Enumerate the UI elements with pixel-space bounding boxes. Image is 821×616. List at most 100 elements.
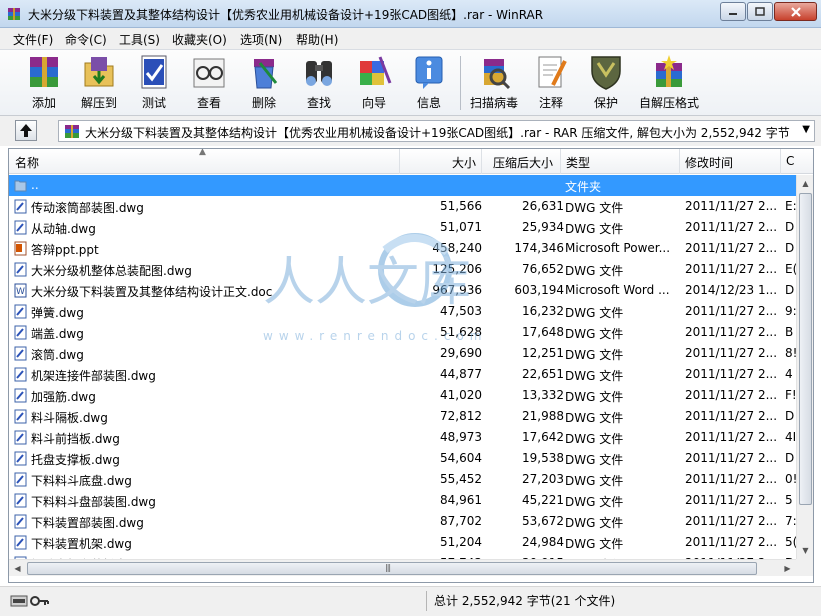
column-header-crc[interactable]: C <box>786 154 794 168</box>
file-row[interactable]: 弹簧.dwg 47,503 16,232 DWG 文件 2011/11/27 2... 9… <box>9 301 796 322</box>
file-row[interactable]: 大米分级机整体总装配图.dwg 125,206 76,652 DWG 文件 2011/1… <box>9 259 796 280</box>
dwg-file-icon <box>14 514 27 529</box>
file-row[interactable]: 机架连接件部装图.dwg 44,877 22,651 DWG 文件 2011/11/27… <box>9 364 796 385</box>
find-button[interactable]: 查找 <box>291 53 347 113</box>
file-packed-size: 45,221 <box>522 493 564 507</box>
file-packed-size: 17,648 <box>522 325 564 339</box>
scroll-left-icon[interactable]: ◀ <box>9 560 26 577</box>
file-name: 答辩ppt.ppt <box>31 243 99 257</box>
file-modified: 2011/11/27 2... <box>685 304 778 318</box>
file-size: 41,020 <box>440 388 482 402</box>
info-button[interactable]: 信息 <box>401 53 457 113</box>
horizontal-scroll-thumb[interactable]: ||| <box>27 562 757 575</box>
file-type: DWG 文件 <box>565 222 624 236</box>
menu-tools[interactable]: 工具(S) <box>119 31 160 48</box>
file-row[interactable]: W 大米分级下料装置及其整体结构设计正文.doc 967,936 603,194 Mic… <box>9 280 796 301</box>
file-crc: D <box>785 241 795 255</box>
file-modified: 2011/11/27 2... <box>685 199 778 213</box>
file-packed-size: 76,652 <box>522 262 564 276</box>
file-modified: 2011/11/27 2... <box>685 262 778 276</box>
file-row[interactable]: 下料装置机架.dwg 51,204 24,984 DWG 文件 2011/11/27 2… <box>9 532 796 553</box>
menu-options[interactable]: 选项(N) <box>240 31 282 48</box>
delete-button[interactable]: 删除 <box>236 53 292 113</box>
vertical-scrollbar[interactable]: ▲ ▼ <box>796 175 813 559</box>
file-row[interactable]: 加强筋.dwg 41,020 13,332 DWG 文件 2011/11/27 2...… <box>9 385 796 406</box>
file-size: 458,240 <box>432 241 482 255</box>
test-button[interactable]: 测试 <box>126 53 182 113</box>
file-type: DWG 文件 <box>565 474 624 488</box>
scroll-down-icon[interactable]: ▼ <box>797 542 813 559</box>
wizard-button[interactable]: 向导 <box>346 53 402 113</box>
up-one-level-button[interactable] <box>15 120 37 141</box>
extract-to-button[interactable]: 解压到 <box>71 53 127 113</box>
protect-button[interactable]: 保护 <box>578 53 634 113</box>
file-name: 大米分级下料装置及其整体结构设计正文.doc <box>31 285 273 299</box>
column-header-type[interactable]: 类型 <box>566 154 590 171</box>
maximize-button[interactable] <box>747 2 773 21</box>
file-row[interactable]: 下料装置部装图.dwg 87,702 53,672 DWG 文件 2011/11/27 … <box>9 511 796 532</box>
parent-folder-row[interactable]: .. 文件夹 <box>9 175 796 196</box>
scroll-up-icon[interactable]: ▲ <box>797 175 813 192</box>
file-name: 下料料斗盘部装图.dwg <box>31 495 156 509</box>
test-icon <box>141 55 167 89</box>
window-title: 大米分级下料装置及其整体结构设计【优秀农业用机械设备设计+19张CAD图纸】.r… <box>28 8 544 22</box>
vertical-scroll-thumb[interactable] <box>799 193 812 505</box>
dropdown-arrow-icon[interactable]: ▼ <box>802 124 810 135</box>
file-row[interactable]: 从动轴.dwg 51,071 25,934 DWG 文件 2011/11/27 2...… <box>9 217 796 238</box>
file-type: DWG 文件 <box>565 537 624 551</box>
close-button[interactable] <box>774 2 817 21</box>
file-row[interactable]: 托盘支撑板.dwg 54,604 19,538 DWG 文件 2011/11/27 2.… <box>9 448 796 469</box>
file-packed-size: 19,538 <box>522 451 564 465</box>
file-size: 51,566 <box>440 199 482 213</box>
sfx-button[interactable]: 自解压格式 <box>634 53 704 113</box>
file-type: DWG 文件 <box>565 432 624 446</box>
file-row[interactable]: 端盖.dwg 51,628 17,648 DWG 文件 2011/11/27 2... B <box>9 322 796 343</box>
menu-favorites[interactable]: 收藏夹(O) <box>172 31 227 48</box>
file-row[interactable]: 下料料斗盘部装图.dwg 84,961 45,221 DWG 文件 2011/11/27… <box>9 490 796 511</box>
column-header-size[interactable]: 大小 <box>452 154 476 171</box>
file-size: 51,628 <box>440 325 482 339</box>
file-crc: E: <box>785 199 796 213</box>
title-bar[interactable]: 大米分级下料装置及其整体结构设计【优秀农业用机械设备设计+19张CAD图纸】.r… <box>0 0 821 28</box>
minimize-button[interactable] <box>720 2 746 21</box>
scroll-right-icon[interactable]: ▶ <box>779 560 796 577</box>
file-modified: 2011/11/27 2... <box>685 430 778 444</box>
file-row[interactable]: 下料料斗底盘.dwg 55,452 27,203 DWG 文件 2011/11/27 2… <box>9 469 796 490</box>
file-name: 机架连接件部装图.dwg <box>31 369 156 383</box>
comment-button[interactable]: 注释 <box>523 53 579 113</box>
virus-scan-button[interactable]: 扫描病毒 <box>466 53 522 113</box>
file-type: DWG 文件 <box>565 453 624 467</box>
file-row[interactable]: 答辩ppt.ppt 458,240 174,346 Microsoft Power..… <box>9 238 796 259</box>
file-crc: D <box>785 220 795 234</box>
file-row[interactable]: 料斗隔板.dwg 72,812 21,988 DWG 文件 2011/11/27 2..… <box>9 406 796 427</box>
file-size: 87,702 <box>440 514 482 528</box>
horizontal-scrollbar[interactable]: ◀ ||| ▶ <box>9 559 796 576</box>
file-type: Microsoft Power... <box>565 241 671 255</box>
winrar-app-icon <box>8 8 20 20</box>
file-modified: 2011/11/27 2... <box>685 472 778 486</box>
add-archive-icon <box>30 57 58 87</box>
view-button[interactable]: 查看 <box>181 53 237 113</box>
column-header-modified[interactable]: 修改时间 <box>685 154 733 171</box>
file-packed-size: 17,642 <box>522 430 564 444</box>
file-crc: 0! <box>785 472 796 486</box>
column-header-name[interactable]: 名称 <box>15 154 39 171</box>
file-row[interactable]: 滚筒.dwg 29,690 12,251 DWG 文件 2011/11/27 2... 8… <box>9 343 796 364</box>
file-row[interactable]: 料斗前挡板.dwg 48,973 17,642 DWG 文件 2011/11/27 2.… <box>9 427 796 448</box>
file-packed-size: 174,346 <box>514 241 564 255</box>
file-packed-size: 603,194 <box>514 283 564 297</box>
file-name: 端盖.dwg <box>31 327 84 341</box>
file-crc: 8! <box>785 346 796 360</box>
archive-path-dropdown[interactable]: 大米分级下料装置及其整体结构设计【优秀农业用机械设备设计+19张CAD图纸】.r… <box>58 120 815 142</box>
file-modified: 2014/12/23 1... <box>685 283 778 297</box>
menu-file[interactable]: 文件(F) <box>13 31 53 48</box>
menu-help[interactable]: 帮助(H) <box>296 31 338 48</box>
file-name: 加强筋.dwg <box>31 390 96 404</box>
add-button[interactable]: 添加 <box>16 53 72 113</box>
file-size: 55,452 <box>440 472 482 486</box>
column-header-packed[interactable]: 压缩后大小 <box>493 154 553 171</box>
find-icon <box>306 61 332 86</box>
file-row[interactable]: 传动滚筒部装图.dwg 51,566 26,631 DWG 文件 2011/11/27 … <box>9 196 796 217</box>
file-name: 料斗隔板.dwg <box>31 411 108 425</box>
menu-commands[interactable]: 命令(C) <box>65 31 107 48</box>
